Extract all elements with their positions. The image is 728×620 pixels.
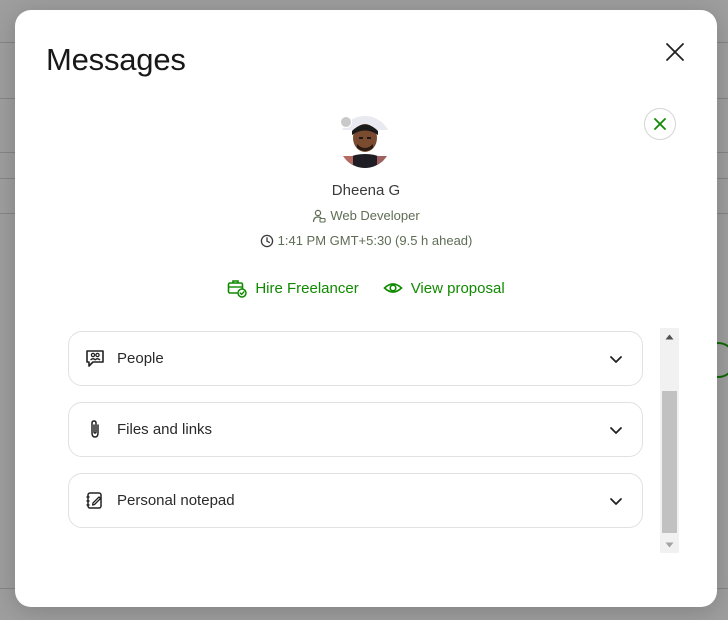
scroll-up-button[interactable] (660, 328, 679, 345)
modal-title: Messages (46, 42, 186, 77)
action-row: Hire Freelancer View proposal (15, 278, 717, 298)
details-sections: People Files and links Personal notepad (68, 331, 643, 544)
scroll-down-button[interactable] (660, 536, 679, 553)
chevron-down-icon (610, 356, 622, 363)
scrollbar[interactable] (660, 328, 679, 553)
section-personal-notepad[interactable]: Personal notepad (68, 473, 643, 528)
role-text: Web Developer (330, 208, 420, 223)
eye-icon (383, 283, 403, 293)
chevron-down-icon (610, 427, 622, 434)
caret-up-icon (665, 334, 674, 339)
freelancer-name: Dheena G (331, 182, 401, 199)
view-proposal-button[interactable]: View proposal (383, 278, 505, 298)
people-chat-icon (86, 350, 104, 367)
section-files-label: Files and links (117, 421, 213, 438)
hire-freelancer-label: Hire Freelancer (255, 279, 359, 297)
messages-modal: Messages Dheena G Web Developer 1:41 PM … (15, 10, 717, 607)
view-proposal-label: View proposal (410, 279, 505, 297)
role-row: Web Developer (15, 208, 717, 223)
close-details-button[interactable] (644, 108, 676, 140)
status-dot (340, 116, 352, 128)
chevron-down-icon (610, 498, 622, 505)
section-files-and-links[interactable]: Files and links (68, 402, 643, 457)
section-notepad-label: Personal notepad (117, 492, 235, 509)
scroll-thumb[interactable] (662, 391, 677, 533)
local-time-row: 1:41 PM GMT+5:30 (9.5 h ahead) (15, 233, 717, 248)
local-time-text: 1:41 PM GMT+5:30 (9.5 h ahead) (277, 233, 473, 248)
close-icon (654, 118, 666, 130)
briefcase-check-icon (228, 280, 248, 298)
notepad-icon (86, 492, 102, 509)
section-people-label: People (117, 350, 164, 367)
hire-freelancer-button[interactable]: Hire Freelancer (227, 278, 359, 298)
close-icon (666, 43, 684, 61)
person-icon (313, 209, 326, 223)
close-modal-button[interactable] (663, 40, 687, 64)
caret-down-icon (665, 542, 674, 547)
clock-icon (260, 234, 273, 247)
paperclip-icon (91, 420, 99, 438)
section-people[interactable]: People (68, 331, 643, 386)
